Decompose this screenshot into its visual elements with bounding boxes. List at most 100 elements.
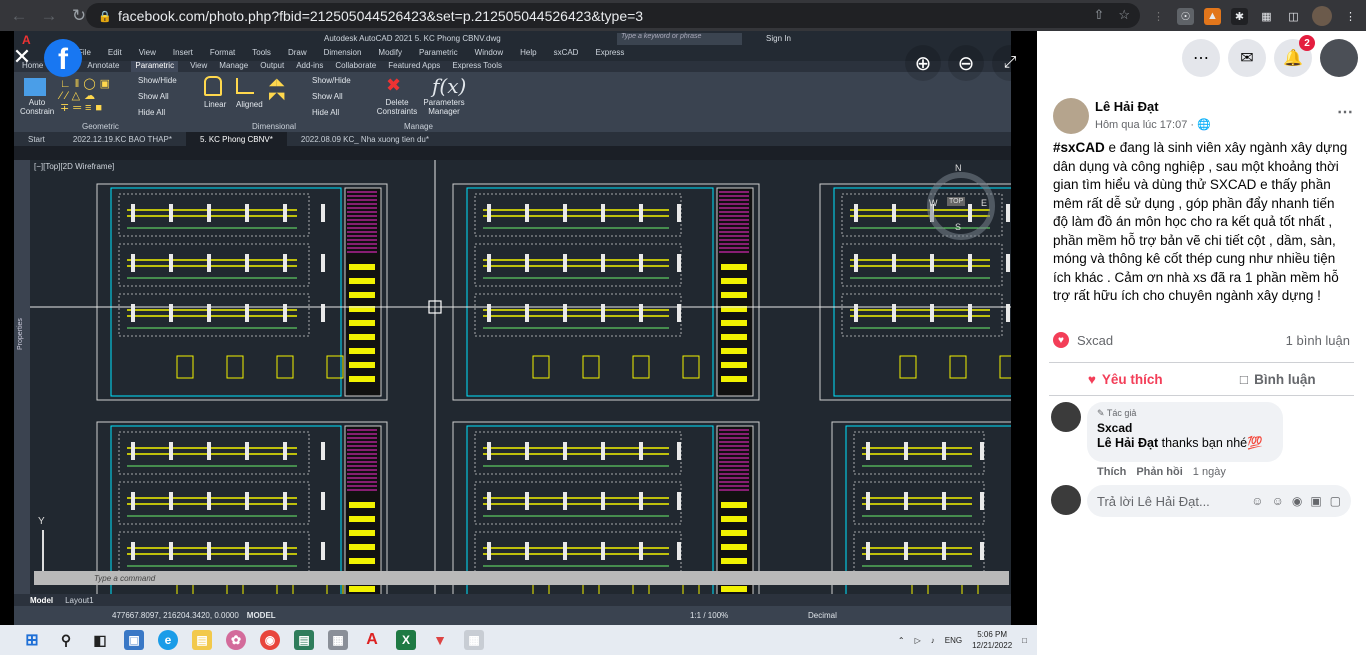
excel-icon[interactable]: X [396, 630, 416, 650]
gear-extension-icon[interactable]: ✱ [1231, 7, 1248, 25]
avatar-sticker-icon[interactable]: ☺ [1251, 494, 1263, 508]
cad-shape-156 [892, 204, 896, 222]
calculator-icon[interactable]: ▤ [294, 630, 314, 650]
acad-ribbon-tab-7: Add-ins [296, 61, 324, 70]
app-icon-2[interactable]: ▦ [464, 630, 484, 650]
windows-start-icon[interactable]: ⊞ [22, 630, 42, 650]
commenter-avatar[interactable] [1051, 402, 1081, 432]
cad-shape-1 [110, 187, 342, 397]
cad-shape-23 [349, 320, 375, 326]
puzzle-extension-icon[interactable]: ▦ [1258, 8, 1275, 25]
more-options-icon[interactable]: ⋯ [1337, 102, 1353, 122]
acad-drawing-viewport: Properties [−][Top][2D Wireframe] N W E … [14, 160, 1011, 599]
linear-label: Linear [204, 100, 227, 109]
acad-menu-item-11: Help [520, 48, 537, 57]
love-reaction-icon[interactable]: ♥ [1053, 332, 1069, 348]
edge-icon[interactable]: e [158, 630, 178, 650]
acad-ribbon-tab-3: Parametric [131, 61, 179, 72]
comment-count[interactable]: 1 bình luận [1286, 333, 1350, 348]
cad-shape-182 [899, 355, 917, 379]
cad-shape-234 [118, 531, 310, 575]
acad-menu-item-12: sxCAD [553, 48, 579, 57]
notifications-bell-icon[interactable]: 🔔 2 [1274, 35, 1315, 77]
cad-shape-120 [532, 355, 550, 379]
post-hashtag[interactable]: #sxCAD [1053, 140, 1105, 155]
model-space-indicator: MODEL [246, 611, 276, 620]
bookmark-star-icon[interactable]: ☆ [1118, 7, 1130, 23]
reactor-name[interactable]: Sxcad [1077, 333, 1113, 348]
file-explorer-icon[interactable]: ▤ [192, 630, 212, 650]
chrome-icon[interactable]: ◉ [260, 630, 280, 650]
acad-ribbon-tab-2: Annotate [87, 61, 120, 70]
cad-shape-229 [207, 492, 211, 510]
network-icon[interactable]: ▷ [915, 636, 921, 645]
comment-reply-button[interactable]: Phản hồi [1136, 466, 1182, 478]
delete-constraints-icon: ✖ [386, 75, 402, 95]
volume-icon[interactable]: ♪ [931, 636, 935, 645]
tray-chevron-icon[interactable]: ⌃ [898, 636, 905, 645]
store-icon[interactable]: ▣ [124, 630, 144, 650]
facebook-logo[interactable]: f [44, 39, 82, 77]
messenger-icon[interactable]: ✉ [1228, 39, 1266, 77]
author-name[interactable]: Lê Hải Đạt [1095, 99, 1159, 114]
menu-grid-icon[interactable]: ⋯ [1182, 39, 1220, 77]
cad-shape-238 [169, 542, 173, 560]
fullscreen-icon[interactable]: ⤢ [992, 45, 1028, 81]
cad-shape-361 [866, 542, 870, 560]
search-icon[interactable]: ⚲ [56, 630, 76, 650]
camera-icon[interactable]: ◉ [1292, 494, 1302, 508]
geo-show-hide: Show/Hide [138, 76, 177, 85]
cad-shape-222 [321, 442, 325, 460]
fox-extension-icon[interactable]: ▲ [1204, 7, 1221, 25]
emoji-icon[interactable]: ☺ [1272, 494, 1284, 508]
cad-shape-26 [349, 362, 375, 368]
back-icon[interactable]: ← [8, 5, 30, 27]
acad-ribbon-tab-6: Output [260, 61, 285, 70]
extension-dot-icon[interactable]: ⋮ [1150, 8, 1167, 25]
browser-profile-avatar[interactable] [1312, 6, 1332, 26]
sticker-icon[interactable]: ▢ [1330, 494, 1341, 508]
app-icon[interactable]: ▦ [328, 630, 348, 650]
sxcad-taskbar-icon[interactable]: ▼ [430, 630, 450, 650]
dimensional-small-icons: ◢◣ ◤◥ [269, 77, 285, 102]
cad-shape-108 [677, 254, 681, 272]
cad-shape-90 [474, 193, 682, 237]
task-view-icon[interactable]: ◧ [90, 630, 110, 650]
cad-shape-363 [942, 542, 946, 560]
account-avatar[interactable] [1320, 39, 1358, 77]
comment-author[interactable]: Sxcad [1097, 421, 1273, 435]
comment-button[interactable]: □ Bình luận [1202, 363, 1355, 395]
comment-time[interactable]: 1 ngày [1193, 466, 1226, 478]
cad-shape-46 [321, 254, 325, 272]
clock[interactable]: 5:06 PM 12/21/2022 [972, 629, 1012, 651]
address-bar[interactable]: 🔒 facebook.com/photo.php?fbid=2125050445… [86, 3, 1140, 28]
url-text[interactable]: facebook.com/photo.php?fbid=212505044526… [118, 8, 643, 24]
gif-icon[interactable]: ▣ [1310, 494, 1321, 508]
post-timestamp[interactable]: Hôm qua lúc 17:07 · 🌐 [1095, 118, 1211, 131]
zoom-in-icon[interactable]: ⊕ [905, 45, 941, 81]
close-photo-icon[interactable]: ✕ [10, 44, 34, 69]
paint-icon[interactable]: ✿ [226, 630, 246, 650]
shield-extension-icon[interactable]: ☉ [1177, 7, 1194, 25]
cad-shape-89 [721, 376, 747, 382]
notifications-icon[interactable]: □ [1022, 636, 1027, 645]
cad-shape-93 [487, 204, 491, 222]
love-button[interactable]: ♥ Yêu thích [1049, 363, 1202, 395]
autocad-taskbar-icon[interactable]: A [362, 630, 382, 650]
cad-shape-282 [601, 442, 605, 460]
language-indicator[interactable]: ENG [945, 636, 962, 645]
comment-mention[interactable]: Lê Hải Đạt [1097, 436, 1158, 450]
reply-input[interactable]: Trả lời Lê Hải Đạt... ☺ ☺ ◉ ▣ ▢ [1087, 485, 1351, 517]
forward-icon[interactable]: → [38, 5, 60, 27]
sidepanel-icon[interactable]: ◫ [1285, 8, 1302, 25]
cad-shape-283 [639, 442, 643, 460]
comment-like-button[interactable]: Thích [1097, 466, 1126, 478]
author-avatar[interactable] [1053, 98, 1089, 134]
cad-shape-205 [349, 502, 375, 508]
cad-shape-237 [131, 542, 135, 560]
share-icon[interactable]: ⇧ [1093, 7, 1104, 23]
comment-text: Lê Hải Đạt thanks bạn nhé💯 [1097, 436, 1263, 450]
cad-shape-219 [207, 442, 211, 460]
browser-menu-icon[interactable]: ⋮ [1342, 8, 1359, 25]
zoom-out-icon[interactable]: ⊖ [948, 45, 984, 81]
